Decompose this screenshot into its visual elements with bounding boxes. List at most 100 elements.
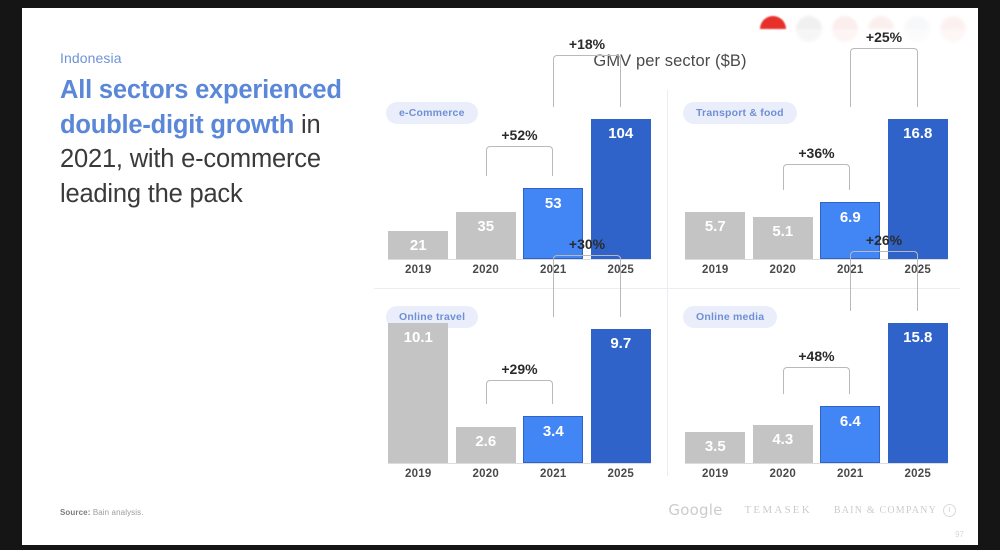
source-label: Source: — [60, 508, 91, 517]
presentation-slide: Indonesia All sectors experienced double… — [22, 8, 978, 545]
temasek-logo: TEMASEK — [744, 504, 812, 516]
growth-rate-label: +36% — [798, 145, 835, 161]
indonesia-flag[interactable] — [760, 16, 786, 42]
x-axis-tick-2019: 2019 — [702, 264, 729, 276]
bar-value-label: 5.7 — [704, 217, 726, 235]
bar-2019[interactable]: 21 — [388, 230, 449, 259]
bar-value-label: 104 — [608, 125, 634, 142]
bain-clock-icon — [943, 503, 956, 517]
growth-bracket: +26% — [850, 232, 918, 311]
bar-slot: 15.8 — [887, 323, 948, 463]
growth-rate-label: +48% — [798, 348, 835, 364]
country-flag-selector[interactable] — [760, 16, 966, 42]
flag-bottom-band — [904, 29, 930, 42]
flag-top-band — [832, 16, 858, 29]
chart-quadrant-ecommerce: e-Commerce 21 35 53 104 2019 2020 2021 2025 +52% +… — [370, 36, 667, 286]
growth-bracket: +25% — [850, 29, 918, 107]
page-title: All sectors experienced double-digit gro… — [60, 73, 360, 212]
bar-value-label: 3.4 — [542, 422, 564, 440]
bar-slot: 9.7 — [590, 323, 651, 463]
bar-2020[interactable]: 5.1 — [752, 216, 813, 259]
source-value: Bain analysis. — [90, 508, 144, 517]
bar-value-label: 15.8 — [903, 329, 933, 346]
growth-rate-label: +26% — [865, 232, 903, 249]
bar-2020[interactable]: 35 — [455, 211, 516, 259]
bar-value-label: 2.6 — [475, 432, 497, 450]
philippines-flag[interactable] — [832, 16, 858, 42]
thailand-flag[interactable] — [904, 16, 930, 42]
x-axis-tick-2021: 2021 — [837, 468, 864, 480]
bar-2025[interactable]: 9.7 — [590, 328, 651, 463]
bar-slot: 3.5 — [685, 323, 746, 463]
chart-quadrant-online-media: Online media 3.5 4.3 6.4 15.8 2019 2020 2021 202… — [667, 232, 964, 490]
bar-value-label: 4.3 — [772, 430, 794, 448]
x-axis-tick-2020: 2020 — [472, 264, 499, 276]
flag-top-band — [796, 16, 822, 29]
flag-bottom-band — [940, 29, 966, 42]
bar-2019[interactable]: 10.1 — [388, 323, 449, 463]
x-axis-labels: 2019 2020 2021 2025 — [685, 468, 948, 486]
bar-2019[interactable]: 3.5 — [685, 432, 746, 463]
x-axis-tick-2020: 2020 — [769, 468, 796, 480]
x-axis-tick-2025: 2025 — [904, 468, 931, 480]
google-logo: Google — [668, 501, 723, 519]
x-axis-tick-2025: 2025 — [607, 468, 634, 480]
growth-rate-label: +18% — [568, 35, 606, 52]
plot-area: 10.1 2.6 3.4 9.7 2019 2020 2021 2025 +29% +30% — [388, 236, 651, 490]
x-axis-tick-2020: 2020 — [769, 264, 796, 276]
bar-value-label: 5.1 — [772, 222, 794, 240]
bar-value-label: 53 — [544, 194, 562, 212]
x-axis-labels: 2019 2020 2021 2025 — [388, 468, 651, 486]
bain-company-logo: BAIN & COMPANY — [833, 503, 956, 517]
bar-2021[interactable]: 3.4 — [523, 415, 584, 463]
x-axis-tick-2019: 2019 — [405, 264, 432, 276]
slide-page-number: 97 — [955, 530, 964, 539]
bar-value-label: 3.5 — [704, 438, 726, 455]
flag-top-band — [904, 16, 930, 29]
x-axis-tick-2021: 2021 — [540, 468, 567, 480]
growth-rate-label: +30% — [568, 235, 606, 252]
bar-2025[interactable]: 15.8 — [887, 323, 948, 463]
growth-bracket: +29% — [485, 361, 554, 404]
growth-rate-label: +25% — [865, 28, 903, 45]
bar-slot: 21 — [388, 119, 449, 259]
growth-bracket: +52% — [485, 127, 554, 176]
plot-area: 3.5 4.3 6.4 15.8 2019 2020 2021 2025 +48% +26% — [685, 232, 948, 490]
axis-baseline — [388, 463, 651, 464]
flag-bottom-band — [832, 29, 858, 42]
growth-rate-label: +29% — [501, 361, 538, 378]
x-axis-tick-2020: 2020 — [472, 468, 499, 480]
screenshot-viewport: Indonesia All sectors experienced double… — [0, 0, 1000, 550]
x-axis-tick-2019: 2019 — [405, 468, 432, 480]
bar-2020[interactable]: 2.6 — [455, 426, 516, 463]
bain-logo-text: BAIN & COMPANY — [833, 504, 937, 516]
growth-bracket: +18% — [553, 36, 621, 107]
growth-bracket: +30% — [553, 236, 621, 317]
chart-grid: e-Commerce 21 35 53 104 2019 2020 2021 2025 +52% +… — [370, 29, 964, 490]
bar-2021[interactable]: 6.4 — [820, 406, 881, 463]
vietnam-flag[interactable] — [940, 16, 966, 42]
source-note: Source: Bain analysis. — [60, 508, 144, 517]
bar-2020[interactable]: 4.3 — [752, 424, 813, 463]
flag-top-band — [868, 16, 894, 29]
flag-bottom-band — [796, 29, 822, 42]
chart-quadrant-online-travel: Online travel 10.1 2.6 3.4 9.7 2019 2020 2021 20… — [370, 236, 667, 490]
bar-value-label: 10.1 — [403, 329, 433, 346]
growth-bracket: +36% — [782, 145, 851, 190]
bar-slot: 5.7 — [685, 119, 746, 259]
bar-value-label: 21 — [409, 236, 427, 254]
country-eyebrow-label: Indonesia — [60, 50, 122, 66]
flag-top-band — [760, 16, 786, 29]
malaysia-flag[interactable] — [796, 16, 822, 42]
bar-value-label: 35 — [477, 217, 495, 235]
bar-value-label: 9.7 — [610, 334, 632, 352]
headline-block: Indonesia All sectors experienced double… — [60, 50, 360, 212]
flag-top-band — [940, 16, 966, 29]
flag-bottom-band — [760, 29, 786, 42]
bar-slot: 10.1 — [388, 323, 449, 463]
axis-baseline — [685, 463, 948, 464]
x-axis-tick-2019: 2019 — [702, 468, 729, 480]
bar-2019[interactable]: 5.7 — [685, 211, 746, 259]
growth-rate-label: +52% — [501, 126, 538, 143]
chart-quadrant-transport-food: Transport & food 5.7 5.1 6.9 16.8 2019 2020 202… — [667, 29, 964, 286]
